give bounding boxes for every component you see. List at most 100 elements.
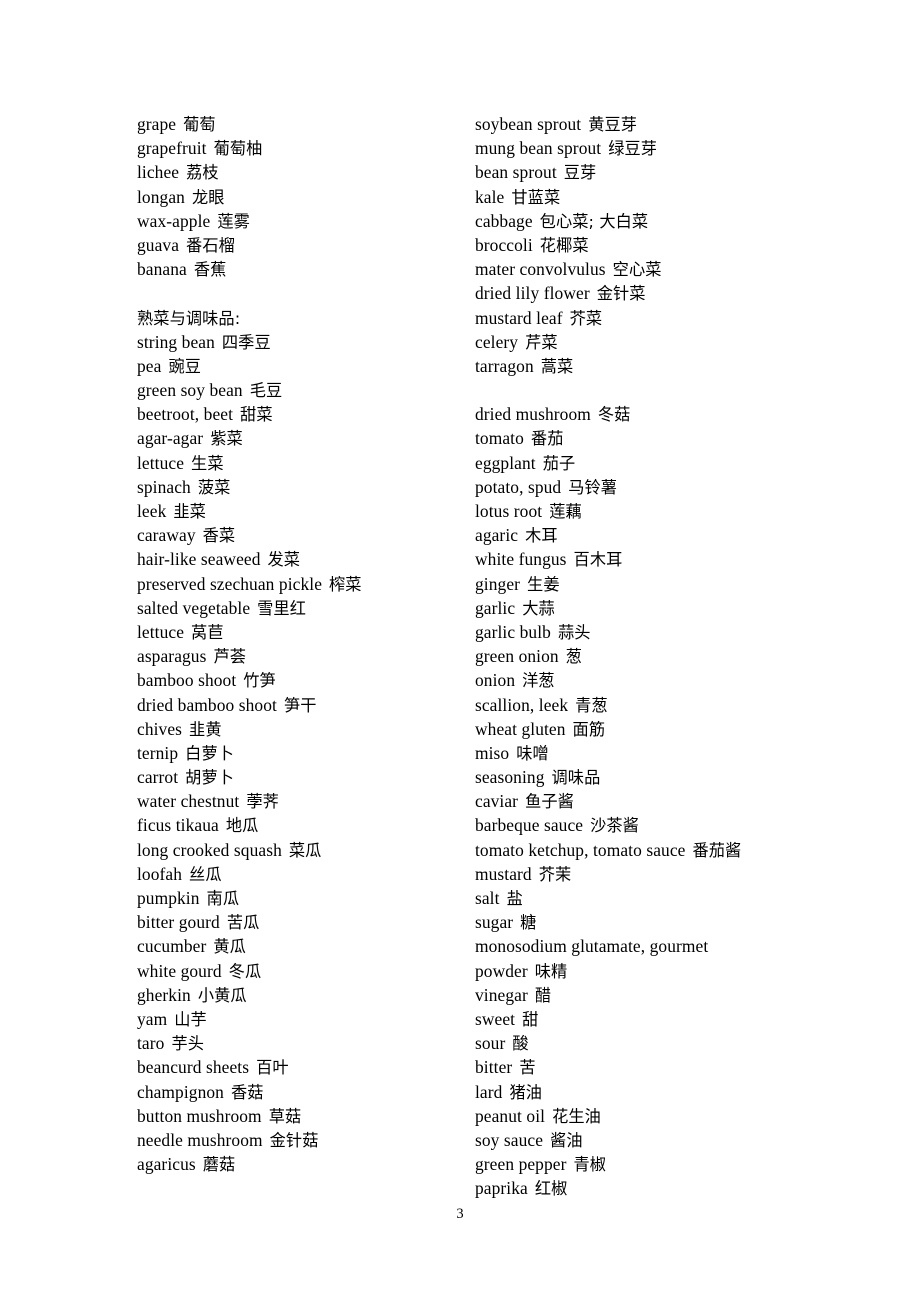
- entry-term-zh: 洋葱: [522, 671, 555, 691]
- entry-term-en: green onion: [475, 646, 559, 667]
- entry-term-en: mustard: [475, 863, 532, 884]
- entry-term-en: spinach: [137, 476, 191, 497]
- entry-term-zh: 榨菜: [329, 574, 362, 594]
- entry-term-en: agar-agar: [137, 428, 204, 449]
- entry-term-en: long crooked squash: [137, 839, 282, 860]
- entry-term-en: tomato: [475, 428, 524, 449]
- entry-term-zh: 黄豆芽: [588, 115, 638, 134]
- entry-term-en: longan: [137, 186, 185, 207]
- glossary-entry: yam 山芋: [137, 1007, 457, 1031]
- entry-term-en: caraway: [137, 525, 196, 546]
- glossary-entry: caraway 香菜: [137, 523, 457, 547]
- entry-term-en: loofah: [137, 863, 183, 884]
- glossary-entry: preserved szechuan pickle 榨菜: [137, 572, 457, 596]
- glossary-entry: lettuce 生菜: [137, 451, 457, 475]
- entry-term-zh: 豆芽: [563, 163, 597, 183]
- entry-term-zh: 味精: [534, 961, 568, 981]
- entry-term-en: monosodium glutamate, gourmet: [475, 936, 709, 957]
- entry-term-en: ternip: [137, 742, 179, 763]
- entry-term-zh: 大蒜: [522, 598, 555, 618]
- entry-term-zh: 盐: [506, 889, 523, 908]
- entry-term-zh: 南瓜: [206, 889, 240, 908]
- glossary-entry: dried lily flower 金针菜: [475, 281, 805, 305]
- entry-term-zh: 生姜: [527, 574, 560, 594]
- glossary-entry: asparagus 芦荟: [137, 644, 457, 668]
- entry-term-zh: 发菜: [267, 550, 301, 570]
- glossary-spacer: [137, 281, 457, 305]
- entry-term-en: miso: [475, 742, 510, 763]
- entry-term-zh: 青葱: [575, 695, 608, 715]
- glossary-entry: bean sprout 豆芽: [475, 160, 805, 184]
- entry-term-zh: 黄瓜: [213, 937, 246, 957]
- entry-term-zh: 醋: [534, 985, 552, 1005]
- entry-term-zh: 小黄瓜: [197, 985, 247, 1005]
- entry-term-zh: 地瓜: [225, 816, 259, 836]
- entry-term-zh: 番石榴: [186, 235, 235, 255]
- entry-term-zh: 甜菜: [240, 405, 273, 425]
- entry-term-en: wheat gluten: [475, 718, 566, 739]
- entry-term-zh: 马铃薯: [568, 477, 618, 497]
- glossary-entry: chives 韭黄: [137, 717, 457, 741]
- entry-term-zh: 茄子: [542, 453, 576, 473]
- entry-term-zh: 糖: [520, 913, 537, 933]
- glossary-entry: green onion 葱: [475, 644, 805, 668]
- entry-term-zh: 酸: [512, 1034, 529, 1054]
- entry-term-zh: 包心菜; 大白菜: [539, 211, 649, 231]
- entry-term-zh: 苦瓜: [226, 913, 260, 933]
- glossary-entry: agar-agar 紫菜: [137, 426, 457, 450]
- entry-term-zh: 丝瓜: [189, 864, 222, 884]
- entry-term-zh: 荸荠: [246, 792, 279, 812]
- entry-term-en: button mushroom: [137, 1105, 262, 1126]
- glossary-entry: bitter 苦: [475, 1055, 805, 1079]
- glossary-entry: white gourd 冬瓜: [137, 959, 457, 983]
- entry-term-zh: 味噌: [516, 743, 549, 763]
- entry-term-en: green soy bean: [137, 380, 243, 401]
- entry-term-zh: 沙茶酱: [590, 816, 639, 836]
- glossary-entry: green pepper 青椒: [475, 1152, 805, 1176]
- entry-term-zh: 莲藕: [549, 502, 582, 521]
- glossary-entry: lard 猪油: [475, 1080, 805, 1104]
- glossary-entry: celery 芹菜: [475, 330, 805, 354]
- entry-term-en: gherkin: [137, 984, 191, 1005]
- glossary-entry: loofah 丝瓜: [137, 862, 457, 886]
- glossary-entry: mater convolvulus 空心菜: [475, 257, 805, 281]
- entry-term-zh: 四季豆: [221, 332, 271, 352]
- entry-term-en: taro: [137, 1033, 165, 1054]
- glossary-entry: scallion, leek 青葱: [475, 693, 805, 717]
- glossary-entry: monosodium glutamate, gourmet: [475, 934, 805, 958]
- glossary-entry: tarragon 蒿菜: [475, 354, 805, 378]
- entry-term-zh: 葱: [565, 647, 582, 667]
- entry-term-en: salted vegetable: [137, 597, 251, 618]
- glossary-entry: agaricus 蘑菇: [137, 1152, 457, 1176]
- glossary-entry: taro 芋头: [137, 1031, 457, 1055]
- entry-term-zh: 豌豆: [168, 356, 202, 376]
- entry-term-en: bamboo shoot: [137, 670, 237, 691]
- entry-term-en: barbeque sauce: [475, 815, 584, 836]
- entry-term-en: paprika: [475, 1178, 528, 1199]
- glossary-entry: salted vegetable 雪里红: [137, 596, 457, 620]
- glossary-entry: bamboo shoot 竹笋: [137, 668, 457, 692]
- glossary-entry: mung bean sprout 绿豆芽: [475, 136, 805, 160]
- entry-term-zh: 番茄: [530, 429, 564, 449]
- glossary-entry: eggplant 茄子: [475, 451, 805, 475]
- entry-term-zh: 芹菜: [525, 332, 558, 352]
- entry-term-en: carrot: [137, 767, 179, 788]
- glossary-entry: seasoning 调味品: [475, 765, 805, 789]
- entry-term-zh: 毛豆: [249, 381, 283, 401]
- entry-term-en: cabbage: [475, 210, 533, 231]
- glossary-entry: sweet 甜: [475, 1007, 805, 1031]
- entry-term-en: banana: [137, 259, 187, 280]
- glossary-entry: garlic 大蒜: [475, 596, 805, 620]
- entry-term-en: beetroot, beet: [137, 404, 234, 425]
- glossary-entry: lotus root 莲藕: [475, 499, 805, 523]
- entry-term-zh: 莴苣: [191, 622, 224, 642]
- glossary-entry: guava 番石榴: [137, 233, 457, 257]
- glossary-entry: champignon 香菇: [137, 1080, 457, 1104]
- glossary-column-right: soybean sprout 黄豆芽 mung bean sprout 绿豆芽 bean…: [475, 112, 805, 1200]
- entry-term-zh: 龙眼: [191, 187, 225, 207]
- glossary-entry: carrot 胡萝卜: [137, 765, 457, 789]
- glossary-entry: pumpkin 南瓜: [137, 886, 457, 910]
- entry-term-zh: 香菜: [202, 526, 236, 546]
- glossary-entry: ginger 生姜: [475, 572, 805, 596]
- entry-term-zh: 百木耳: [573, 550, 623, 570]
